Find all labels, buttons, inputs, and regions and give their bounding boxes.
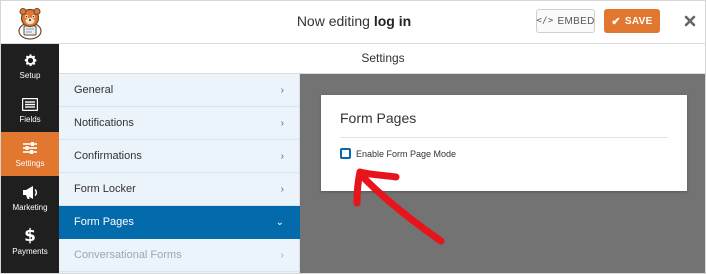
- menu-item-label: Notifications: [74, 117, 134, 129]
- builder-sidebar: Setup Fields Settings Marketing $ Paymen…: [1, 44, 59, 273]
- wpforms-logo[interactable]: [1, 1, 58, 44]
- chevron-right-icon: ›: [280, 117, 284, 129]
- form-pages-heading: Form Pages: [340, 110, 417, 126]
- divider: [340, 137, 668, 138]
- sidebar-item-label: Setup: [19, 71, 41, 80]
- menu-item-label: Form Pages: [74, 216, 134, 228]
- top-bar: Now editing log in </> EMBED ✔ SAVE: [1, 1, 705, 44]
- megaphone-icon: [22, 184, 39, 200]
- sidebar-item-label: Fields: [19, 115, 41, 124]
- settings-panel-header: Settings: [59, 44, 705, 74]
- enable-form-page-mode-checkbox[interactable]: [340, 148, 351, 159]
- sidebar-item-payments[interactable]: $ Payments: [1, 220, 59, 264]
- menu-item-conversational-forms[interactable]: Conversational Forms ›: [59, 239, 300, 272]
- sidebar-item-setup[interactable]: Setup: [1, 44, 59, 88]
- editing-form-name: log in: [373, 13, 412, 29]
- menu-item-form-pages[interactable]: Form Pages ⌄: [59, 206, 300, 239]
- editing-title-prefix: Now editing: [296, 13, 370, 29]
- chevron-right-icon: ›: [280, 183, 284, 195]
- sidebar-item-label: Marketing: [12, 203, 48, 212]
- chevron-right-icon: ›: [280, 84, 284, 96]
- menu-item-form-locker[interactable]: Form Locker ›: [59, 173, 300, 206]
- gear-icon: [23, 52, 38, 68]
- enable-form-page-mode-row[interactable]: Enable Form Page Mode: [340, 148, 456, 159]
- sidebar-item-marketing[interactable]: Marketing: [1, 176, 59, 220]
- dollar-icon: $: [24, 226, 36, 246]
- editing-title: Now editing log in: [1, 1, 705, 44]
- save-button-label: SAVE: [624, 15, 653, 27]
- menu-item-label: Conversational Forms: [74, 249, 182, 261]
- menu-item-label: General: [74, 84, 114, 96]
- bear-mascot-icon: [17, 7, 42, 40]
- enable-form-page-mode-label[interactable]: Enable Form Page Mode: [356, 149, 456, 159]
- chevron-down-icon: ⌄: [275, 216, 284, 228]
- form-builder-window: Now editing log in </> EMBED ✔ SAVE Setu…: [0, 0, 706, 274]
- sliders-icon: [22, 140, 38, 156]
- close-icon: [684, 15, 696, 27]
- sidebar-item-fields[interactable]: Fields: [1, 88, 59, 132]
- embed-button-label: EMBED: [557, 15, 595, 27]
- sidebar-item-label: Payments: [12, 247, 48, 256]
- menu-item-label: Form Locker: [74, 183, 136, 195]
- menu-item-confirmations[interactable]: Confirmations ›: [59, 140, 300, 173]
- sidebar-item-settings[interactable]: Settings: [1, 132, 59, 176]
- close-button[interactable]: [680, 10, 700, 32]
- annotation-arrow-icon: [353, 168, 445, 245]
- chevron-right-icon: ›: [280, 150, 284, 162]
- menu-item-general[interactable]: General ›: [59, 74, 300, 107]
- save-button[interactable]: ✔ SAVE: [604, 9, 660, 33]
- chevron-right-icon: ›: [280, 249, 284, 261]
- checkmark-icon: ✔: [611, 15, 621, 28]
- menu-item-label: Confirmations: [74, 150, 142, 162]
- code-icon: </>: [536, 16, 554, 26]
- embed-button[interactable]: </> EMBED: [536, 9, 595, 33]
- sidebar-item-label: Settings: [15, 159, 45, 168]
- settings-menu: General › Notifications › Confirmations …: [59, 74, 300, 273]
- fields-icon: [22, 96, 38, 112]
- menu-item-notifications[interactable]: Notifications ›: [59, 107, 300, 140]
